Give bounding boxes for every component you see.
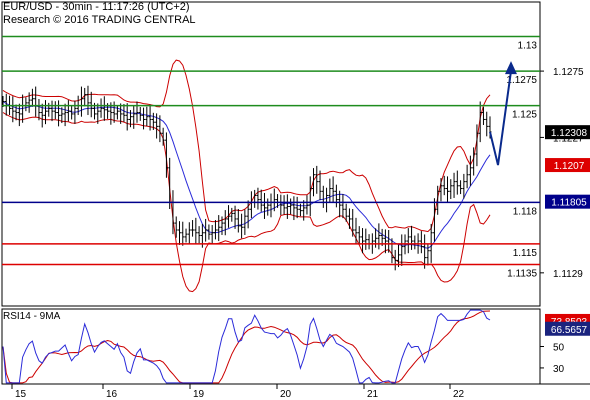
rsi-line <box>2 309 491 384</box>
y-tick-label: 1.1275 <box>553 67 584 78</box>
badge-pivot-label: 1.11805 <box>551 198 587 209</box>
x-tick-label: 20 <box>280 389 292 400</box>
rsi-tick-label: 50 <box>553 343 565 354</box>
x-tick-label: 15 <box>15 389 27 400</box>
x-tick-label: 21 <box>367 389 379 400</box>
y-tick-label: 1.1129 <box>553 269 583 280</box>
chart-frame <box>1 1 590 385</box>
key-levels: 1.131.12751.1251.1181.1151.1135 <box>2 35 540 280</box>
x-tick-label: 22 <box>453 389 465 400</box>
level-label: 1.125 <box>512 110 537 121</box>
x-tick-label: 19 <box>193 389 205 400</box>
forecast-arrowhead <box>505 61 517 75</box>
badge-price-label: 1.12308 <box>551 128 588 139</box>
rsi-badge-label: 66.5657 <box>551 325 588 336</box>
level-label: 1.118 <box>513 206 538 217</box>
chart-title: EUR/USD - 30min - 11:17:26 (UTC+2) <box>3 1 190 13</box>
price-pane-border <box>1 1 541 307</box>
badge-prev-label: 1.1207 <box>554 161 585 172</box>
rsi-title: RSI14 - 9MA <box>3 311 61 322</box>
chart-copyright: Research © 2016 TRADING CENTRAL <box>3 14 196 26</box>
price-badges: 1.12308 1.1207 1.11805 <box>545 125 590 209</box>
time-axis: 15 16 19 20 21 22 <box>11 384 465 400</box>
rsi-panel: 503073.850366.5657 <box>2 309 590 384</box>
price-chart: 1.13 1.1275 1.125 1.118 1.115 1.1135 1.12751.… <box>1 1 590 400</box>
bollinger-upper <box>2 59 491 233</box>
x-tick-label: 16 <box>106 389 118 400</box>
level-label: 1.115 <box>513 248 538 259</box>
level-label: 1.13 <box>518 41 538 52</box>
rsi-tick-label: 30 <box>553 364 565 375</box>
price-axis: 1.12751.12271.1129 <box>540 67 584 280</box>
level-label: 1.1135 <box>507 269 537 280</box>
bollinger-bands <box>2 59 491 293</box>
candlesticks <box>1 85 492 271</box>
